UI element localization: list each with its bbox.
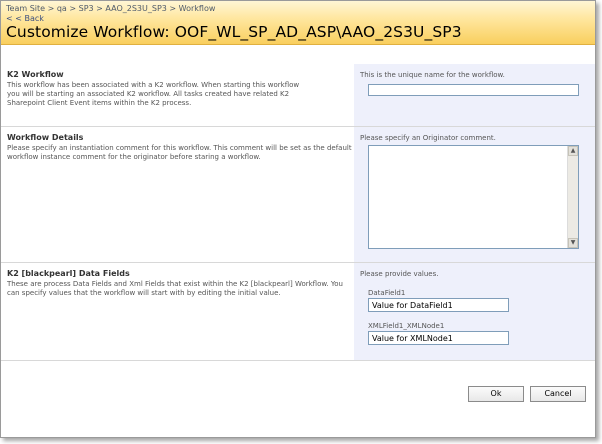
description-line: Sharepoint Client Event items within the… [7,99,192,107]
dialog-frame: Team Site > qa > SP3 > AAO_2S3U_SP3 > Wo… [0,0,596,438]
breadcrumb: Team Site > qa > SP3 > AAO_2S3U_SP3 > Wo… [6,4,215,13]
workflow-name-hint: This is the unique name for the workflow… [360,71,505,79]
scroll-down-icon[interactable]: ▼ [568,238,578,248]
description-line: can specify values that the workflow wil… [7,289,281,297]
page-title: Customize Workflow: OOF_WL_SP_AD_ASP\AAO… [6,23,462,41]
section-title: K2 [blackpearl] Data Fields [7,269,130,278]
section-description: These are process Data Fields and Xml Fi… [7,280,343,298]
datafield1-input[interactable] [368,298,509,312]
section-k2-workflow: K2 Workflow This workflow has been assoc… [1,64,595,127]
xmlfield1-label: XMLField1_XMLNode1 [368,322,445,330]
page-header: Team Site > qa > SP3 > AAO_2S3U_SP3 > Wo… [1,1,595,45]
cancel-button[interactable]: Cancel [530,386,586,402]
breadcrumb-item-workflow: Workflow [178,4,216,13]
breadcrumb-separator: > [93,4,106,13]
section-k2-workflow-info: K2 Workflow This workflow has been assoc… [1,64,354,126]
description-line: you will be starting an associated K2 wo… [7,90,290,98]
section-description: Please specify an instantiation comment … [7,144,352,162]
data-fields-hint: Please provide values. [360,270,439,278]
breadcrumb-item-team-site[interactable]: Team Site [6,4,45,13]
breadcrumb-item-qa[interactable]: qa [57,4,67,13]
section-workflow-details-input: Please specify an Originator comment. ▲ … [354,127,595,262]
description-line: Please specify an instantiation comment … [7,144,352,152]
section-workflow-details-info: Workflow Details Please specify an insta… [1,127,354,262]
description-line: This workflow has been associated with a… [7,81,300,89]
breadcrumb-separator: > [45,4,57,13]
breadcrumb-item-sp3[interactable]: SP3 [79,4,94,13]
section-description: This workflow has been associated with a… [7,81,299,108]
breadcrumb-separator: > [166,4,179,13]
scroll-up-icon[interactable]: ▲ [568,146,578,156]
back-link[interactable]: < < Back [6,14,44,23]
section-title: K2 Workflow [7,70,64,79]
datafield1-label: DataField1 [368,289,406,297]
ok-button[interactable]: Ok [468,386,524,402]
originator-comment-hint: Please specify an Originator comment. [360,134,496,142]
originator-comment-textarea[interactable]: ▲ ▼ [368,145,579,249]
description-line: workflow instance comment for the origin… [7,153,261,161]
section-k2-workflow-input: This is the unique name for the workflow… [354,64,595,126]
workflow-name-input[interactable] [368,84,579,96]
breadcrumb-item-aao[interactable]: AAO_2S3U_SP3 [105,4,166,13]
section-data-fields-input: Please provide values. DataField1 XMLFie… [354,263,595,360]
description-line: These are process Data Fields and Xml Fi… [7,280,343,288]
section-data-fields-info: K2 [blackpearl] Data Fields These are pr… [1,263,354,360]
section-title: Workflow Details [7,133,84,142]
comment-scrollbar[interactable]: ▲ ▼ [567,146,578,248]
xmlfield1-input[interactable] [368,331,509,345]
breadcrumb-separator: > [66,4,79,13]
section-data-fields: K2 [blackpearl] Data Fields These are pr… [1,263,595,361]
section-workflow-details: Workflow Details Please specify an insta… [1,127,595,263]
